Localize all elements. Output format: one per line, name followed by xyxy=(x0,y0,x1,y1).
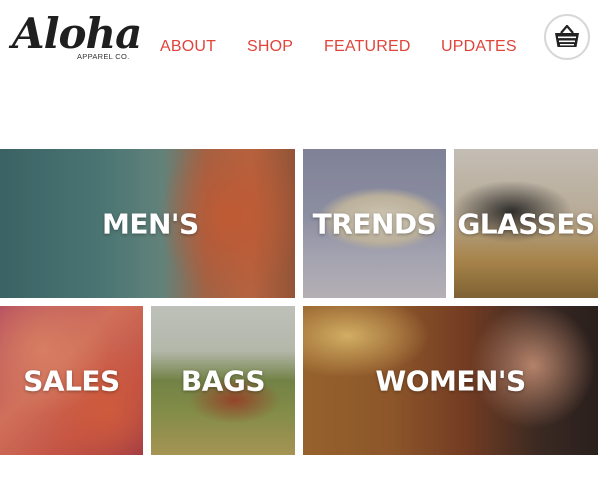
site-header: Aloha APPAREL CO. ABOUT SHOP FEATURED UP… xyxy=(0,0,598,100)
tile-label-glasses: GLASSES xyxy=(457,207,595,240)
basket-icon xyxy=(555,24,579,47)
category-tile-mens[interactable]: MEN'S xyxy=(0,149,295,298)
category-tile-trends[interactable]: TRENDS xyxy=(303,149,446,298)
tile-label-sales: SALES xyxy=(23,364,120,397)
category-tile-bags[interactable]: BAGS xyxy=(151,306,295,455)
tile-label-womens: WOMEN'S xyxy=(375,364,526,397)
category-tile-sales[interactable]: SALES xyxy=(0,306,143,455)
tile-label-bags: BAGS xyxy=(180,364,266,397)
nav-shop[interactable]: SHOP xyxy=(247,38,293,56)
nav-updates[interactable]: UPDATES xyxy=(441,38,517,56)
tile-label-trends: TRENDS xyxy=(312,207,437,240)
main-nav: ABOUT SHOP FEATURED UPDATES xyxy=(0,38,598,58)
category-tile-glasses[interactable]: GLASSES xyxy=(454,149,598,298)
nav-about[interactable]: ABOUT xyxy=(160,38,216,56)
cart-button[interactable] xyxy=(544,14,590,60)
category-tile-womens[interactable]: WOMEN'S xyxy=(303,306,598,455)
tile-label-mens: MEN'S xyxy=(102,207,199,240)
nav-featured[interactable]: FEATURED xyxy=(324,38,411,56)
